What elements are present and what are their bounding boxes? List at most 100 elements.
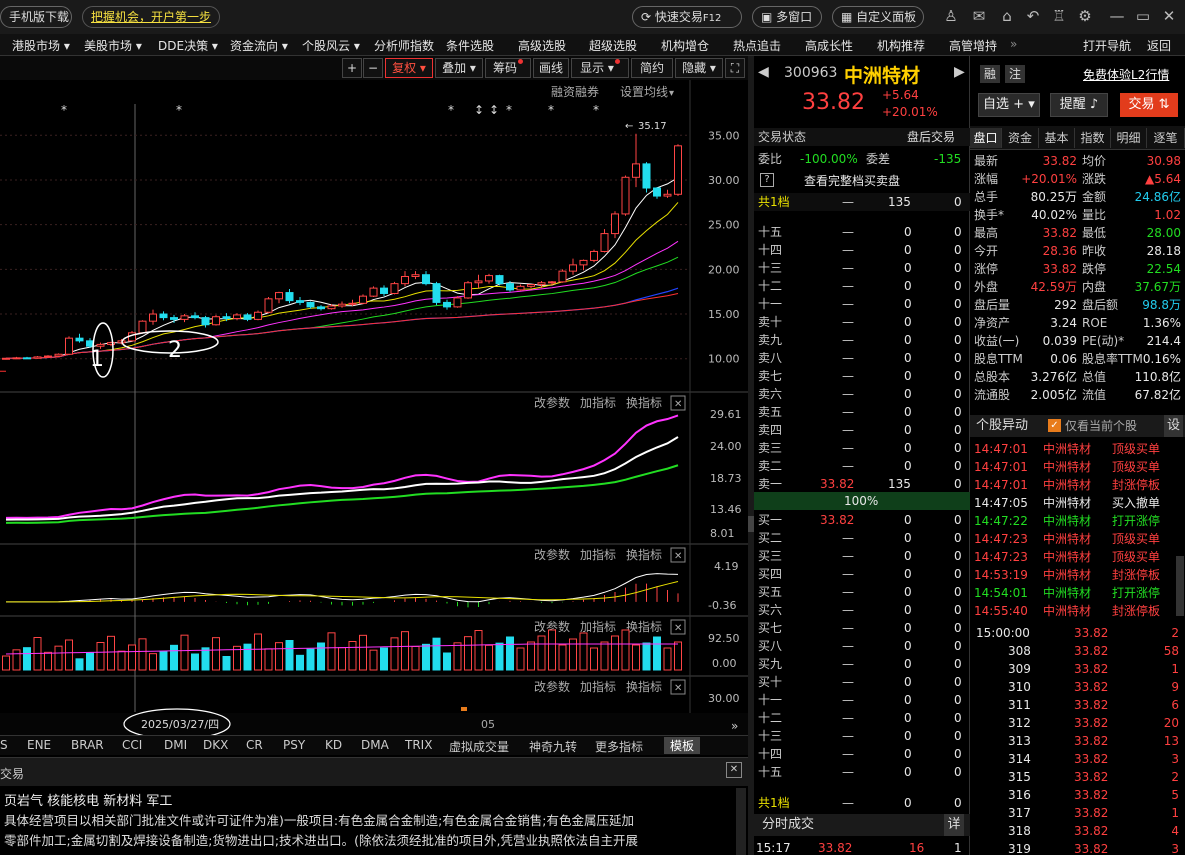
close-icon[interactable]: ✕	[674, 551, 682, 562]
trade-button[interactable]: 交易 ⇅	[1120, 93, 1178, 117]
tab-magic-nine[interactable]: 神奇九转	[529, 738, 577, 755]
tab-basic[interactable]: 基本	[1039, 128, 1075, 148]
buy-level-row[interactable]: 买六 — 0 0	[754, 601, 970, 619]
menu-analyst-index[interactable]: 分析师指数	[374, 37, 434, 54]
close-icon[interactable]: ✕	[674, 623, 682, 634]
yidong-row[interactable]: 14:55:40 中洲特材 封涨停板	[970, 602, 1185, 620]
param-button[interactable]: 改参数	[534, 547, 570, 562]
overlay-button[interactable]: 叠加 ▾	[435, 58, 483, 78]
event-marker[interactable]: ↕	[489, 103, 499, 117]
candle[interactable]	[33, 356, 42, 359]
buy-level-row[interactable]: 买一 33.82 0 0	[754, 511, 970, 529]
add-indicator-button[interactable]: 加指标	[580, 395, 616, 410]
candle[interactable]	[390, 281, 399, 295]
checkbox-icon[interactable]: ✓	[1048, 419, 1061, 432]
tab-brar[interactable]: BRAR	[71, 738, 104, 752]
tab-psy[interactable]: PSY	[283, 738, 305, 752]
event-marker[interactable]: *	[176, 103, 182, 117]
yidong-row[interactable]: 14:53:19 中洲特材 封涨停板	[970, 566, 1185, 584]
menu-hot-chase[interactable]: 热点追击	[733, 37, 781, 54]
menu-institution-add[interactable]: 机构增仓	[661, 37, 709, 54]
maximize-icon[interactable]: ▭	[1134, 7, 1152, 25]
tab-trix[interactable]: TRIX	[405, 738, 432, 752]
close-icon[interactable]: ✕	[1160, 7, 1178, 25]
buy-level-row[interactable]: 十三 — 0 0	[754, 727, 970, 745]
tab-index[interactable]: 指数	[1075, 128, 1111, 148]
tab-cci[interactable]: CCI	[122, 738, 142, 752]
set-ma-link[interactable]: 设置均线	[620, 85, 668, 99]
buy-level-row[interactable]: 十四 — 0 0	[754, 745, 970, 763]
yidong-row[interactable]: 14:47:01 中洲特材 封涨停板	[970, 476, 1185, 494]
yidong-row[interactable]: 14:54:01 中洲特材 打开涨停	[970, 584, 1185, 602]
candle[interactable]	[432, 281, 441, 306]
tab-ene[interactable]: ENE	[27, 738, 51, 752]
fullscreen-icon[interactable]: ⛶	[725, 58, 745, 78]
event-marker[interactable]: *	[506, 103, 512, 117]
menu-more-icon[interactable]: »	[1010, 37, 1017, 51]
candle[interactable]	[138, 320, 147, 334]
tab-pankou[interactable]: 盘口	[970, 128, 1002, 148]
event-marker[interactable]: *	[593, 103, 599, 117]
sell-level-row[interactable]: 卖五 — 0 0	[754, 403, 970, 421]
event-marker[interactable]: *	[548, 103, 554, 117]
minimize-icon[interactable]: —	[1108, 7, 1126, 25]
tab-dkx[interactable]: DKX	[203, 738, 228, 752]
fast-trade-button[interactable]: ⟳ 快速交易F12	[632, 6, 742, 28]
event-marker[interactable]: *	[448, 103, 454, 117]
margin-trading-link[interactable]: 融资融券	[551, 84, 599, 99]
sell-level-row[interactable]: 卖八 — 0 0	[754, 349, 970, 367]
info-scrollbar[interactable]	[736, 788, 746, 855]
add-indicator-button[interactable]: 加指标	[580, 619, 616, 634]
yidong-settings-button[interactable]: 设	[1164, 415, 1183, 437]
menu-high-growth[interactable]: 高成长性	[805, 37, 853, 54]
buy-level-row[interactable]: 买七 — 0 0	[754, 619, 970, 637]
candle[interactable]	[264, 297, 273, 314]
switch-indicator-button[interactable]: 换指标	[626, 619, 662, 634]
settings-icon[interactable]: ⚙	[1076, 7, 1094, 25]
switch-indicator-button[interactable]: 换指标	[626, 679, 662, 694]
event-marker[interactable]: *	[61, 103, 67, 117]
tab-dma[interactable]: DMA	[361, 738, 389, 752]
menu-condition-select[interactable]: 条件选股	[446, 37, 494, 54]
candle[interactable]	[674, 144, 682, 197]
custom-panel-button[interactable]: ▦ 自定义面板	[832, 6, 924, 28]
mail-icon[interactable]: ✉	[970, 7, 988, 25]
simple-button[interactable]: 简约	[631, 58, 673, 78]
sell-level-row[interactable]: 十一 — 0 0	[754, 295, 970, 313]
candle[interactable]	[2, 357, 10, 360]
yidong-row[interactable]: 14:47:22 中洲特材 打开涨停	[970, 512, 1185, 530]
add-indicator-button[interactable]: 加指标	[580, 547, 616, 562]
tab-virtual-volume[interactable]: 虚拟成交量	[449, 738, 509, 755]
hide-button[interactable]: 隐藏 ▾	[675, 58, 723, 78]
sell-level-row[interactable]: 卖六 — 0 0	[754, 385, 970, 403]
tab-kd[interactable]: KD	[325, 738, 342, 752]
sell-level-row[interactable]: 卖十 — 0 0	[754, 313, 970, 331]
draw-line-button[interactable]: 画线	[533, 58, 569, 78]
sell-level-row[interactable]: 卖三 — 0 0	[754, 439, 970, 457]
candle[interactable]	[642, 162, 651, 193]
next-stock-icon[interactable]: ▶	[954, 64, 965, 80]
tab-s[interactable]: S	[0, 738, 8, 752]
switch-indicator-button[interactable]: 换指标	[626, 547, 662, 562]
note-badge[interactable]: 注	[1005, 65, 1025, 83]
candle[interactable]	[44, 355, 52, 358]
menu-super-select[interactable]: 超级选股	[589, 37, 637, 54]
only-current-label[interactable]: 仅看当前个股	[1065, 415, 1137, 437]
zoom-in-button[interactable]: +	[342, 58, 362, 78]
param-button[interactable]: 改参数	[534, 395, 570, 410]
free-l2-link[interactable]: 免费体验L2行情	[1083, 66, 1169, 83]
yidong-row[interactable]: 14:47:01 中洲特材 顶级买单	[970, 458, 1185, 476]
margin-badge[interactable]: 融	[980, 65, 1000, 83]
menu-open-nav[interactable]: 打开导航	[1083, 37, 1131, 54]
tab-detail[interactable]: 明细	[1111, 128, 1147, 148]
chips-button[interactable]: 筹码	[485, 58, 531, 78]
menu-capital-flow[interactable]: 资金流向 ▾	[230, 37, 288, 54]
sell-level-row[interactable]: 卖二 — 0 0	[754, 457, 970, 475]
buy-level-row[interactable]: 买四 — 0 0	[754, 565, 970, 583]
param-button[interactable]: 改参数	[534, 679, 570, 694]
buy-level-row[interactable]: 买二 — 0 0	[754, 529, 970, 547]
back-icon[interactable]: ↶	[1024, 7, 1042, 25]
menu-exec-increase[interactable]: 高管增持	[949, 37, 997, 54]
fuquan-button[interactable]: 复权 ▾	[385, 58, 433, 78]
menu-dde[interactable]: DDE决策 ▾	[158, 37, 218, 54]
